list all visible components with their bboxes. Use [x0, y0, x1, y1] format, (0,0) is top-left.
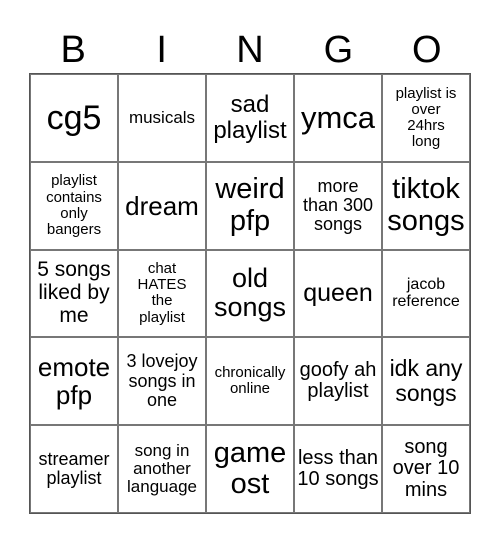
bingo-cell[interactable]: tiktok songs [382, 161, 470, 250]
bingo-cell-text: more than 300 songs [302, 175, 374, 235]
bingo-grid: cg5 musicals sad playlist ymca playlist is o… [29, 73, 471, 514]
bingo-header: B I N G O [29, 26, 471, 74]
bingo-cell-text: weird pfp [215, 173, 285, 237]
bingo-cell-text: ymca [300, 100, 376, 136]
header-letter-n: N [236, 29, 264, 71]
bingo-cell-text: streamer playlist [38, 448, 110, 489]
bingo-cell[interactable]: game ost [206, 425, 294, 513]
bingo-cell[interactable]: goofy ah playlist [294, 337, 382, 426]
bingo-cell-text: song in another language [127, 440, 197, 497]
bingo-cell-text: 3 lovejoy songs in one [126, 351, 198, 410]
bingo-cell[interactable]: chat HATES the playlist [118, 249, 206, 338]
bingo-cell-text: playlist contains only bangers [46, 172, 102, 238]
bingo-cell[interactable]: 3 lovejoy songs in one [118, 337, 206, 426]
bingo-cell-text: game ost [213, 436, 287, 501]
bingo-cell[interactable]: playlist contains only bangers [30, 161, 118, 250]
bingo-cell[interactable]: streamer playlist [30, 425, 118, 513]
bingo-cell[interactable]: jacob reference [382, 249, 470, 338]
header-letter-i: I [156, 29, 167, 71]
bingo-cell-text: less than 10 songs [297, 446, 379, 491]
bingo-cell-text: 5 songs liked by me [37, 258, 111, 327]
bingo-cell[interactable]: dream [118, 161, 206, 250]
bingo-cell-text: chronically online [214, 364, 286, 398]
bingo-cell[interactable]: playlist is over 24hrs long [382, 74, 470, 162]
bingo-cell-text: musicals [128, 107, 196, 127]
bingo-cell-text: idk any songs [389, 355, 463, 407]
bingo-cell-text: emote pfp [37, 352, 111, 411]
bingo-cell[interactable]: sad playlist [206, 74, 294, 162]
bingo-cell-text: old songs [213, 263, 287, 323]
bingo-cell-text: queen [303, 278, 373, 307]
bingo-cell[interactable]: 5 songs liked by me [30, 249, 118, 338]
bingo-cell[interactable]: queen [294, 249, 382, 338]
bingo-cell[interactable]: weird pfp [206, 161, 294, 250]
bingo-cell[interactable]: song over 10 mins [382, 425, 470, 513]
bingo-cell-text: jacob reference [392, 276, 460, 311]
bingo-cell[interactable]: emote pfp [30, 337, 118, 426]
bingo-cell-text: tiktok songs [387, 173, 465, 237]
bingo-cell[interactable]: song in another language [118, 425, 206, 513]
bingo-cell[interactable]: ymca [294, 74, 382, 162]
bingo-cell[interactable]: chronically online [206, 337, 294, 426]
bingo-cell-text: sad playlist [213, 90, 287, 144]
bingo-cell-text: song over 10 mins [392, 435, 460, 501]
bingo-cell[interactable]: old songs [206, 249, 294, 338]
header-letter-o: O [412, 29, 442, 71]
header-letter-g: G [323, 29, 354, 71]
bingo-cell-text: dream [125, 190, 199, 221]
bingo-cell[interactable]: less than 10 songs [294, 425, 382, 513]
bingo-cell-text: goofy ah playlist [299, 358, 377, 403]
bingo-cell[interactable]: cg5 [30, 74, 118, 162]
bingo-cell-text: cg5 [46, 98, 102, 137]
bingo-cell-text: playlist is over 24hrs long [395, 84, 457, 151]
bingo-cell-text: chat HATES the playlist [137, 260, 187, 326]
header-letter-b: B [60, 29, 86, 71]
bingo-cell[interactable]: musicals [118, 74, 206, 162]
bingo-cell[interactable]: idk any songs [382, 337, 470, 426]
bingo-cell[interactable]: more than 300 songs [294, 161, 382, 250]
